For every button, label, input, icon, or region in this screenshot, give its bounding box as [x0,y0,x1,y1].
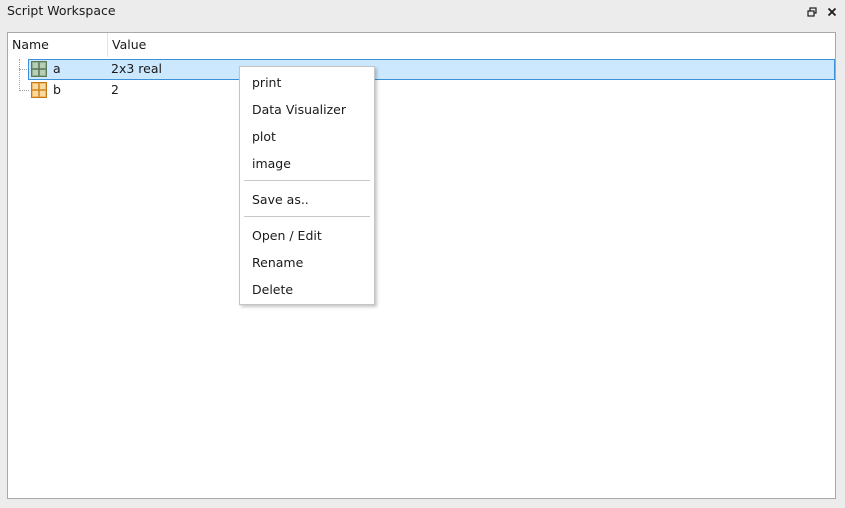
table-row-a[interactable]: a 2x3 real [8,59,835,80]
matrix-icon [31,82,47,98]
column-header-value[interactable]: Value [112,33,412,57]
matrix-icon [31,61,47,77]
menu-item-rename[interactable]: Rename [240,251,374,275]
variable-name: b [53,82,61,97]
menu-separator [244,216,370,217]
menu-item-delete[interactable]: Delete [240,278,374,302]
panel-title: Script Workspace [7,3,116,18]
menu-item-save-as[interactable]: Save as.. [240,188,374,212]
menu-item-open-edit[interactable]: Open / Edit [240,224,374,248]
menu-item-print[interactable]: print [240,71,374,95]
table-row-b[interactable]: b 2 [8,80,835,100]
variable-name: a [53,61,61,76]
column-header-name[interactable]: Name [12,33,107,57]
menu-item-image[interactable]: image [240,152,374,176]
menu-separator [244,180,370,181]
variable-value: 2 [111,82,119,97]
close-icon[interactable] [825,4,839,20]
restore-icon[interactable] [805,4,819,20]
variable-value: 2x3 real [111,61,162,76]
context-menu: print Data Visualizer plot image Save as… [239,66,375,305]
panel-titlebar: Script Workspace [0,0,845,26]
menu-item-data-visualizer[interactable]: Data Visualizer [240,98,374,122]
menu-item-plot[interactable]: plot [240,125,374,149]
workspace-table: Name Value a 2x3 real b 2 [7,32,836,499]
column-divider[interactable] [107,33,108,57]
